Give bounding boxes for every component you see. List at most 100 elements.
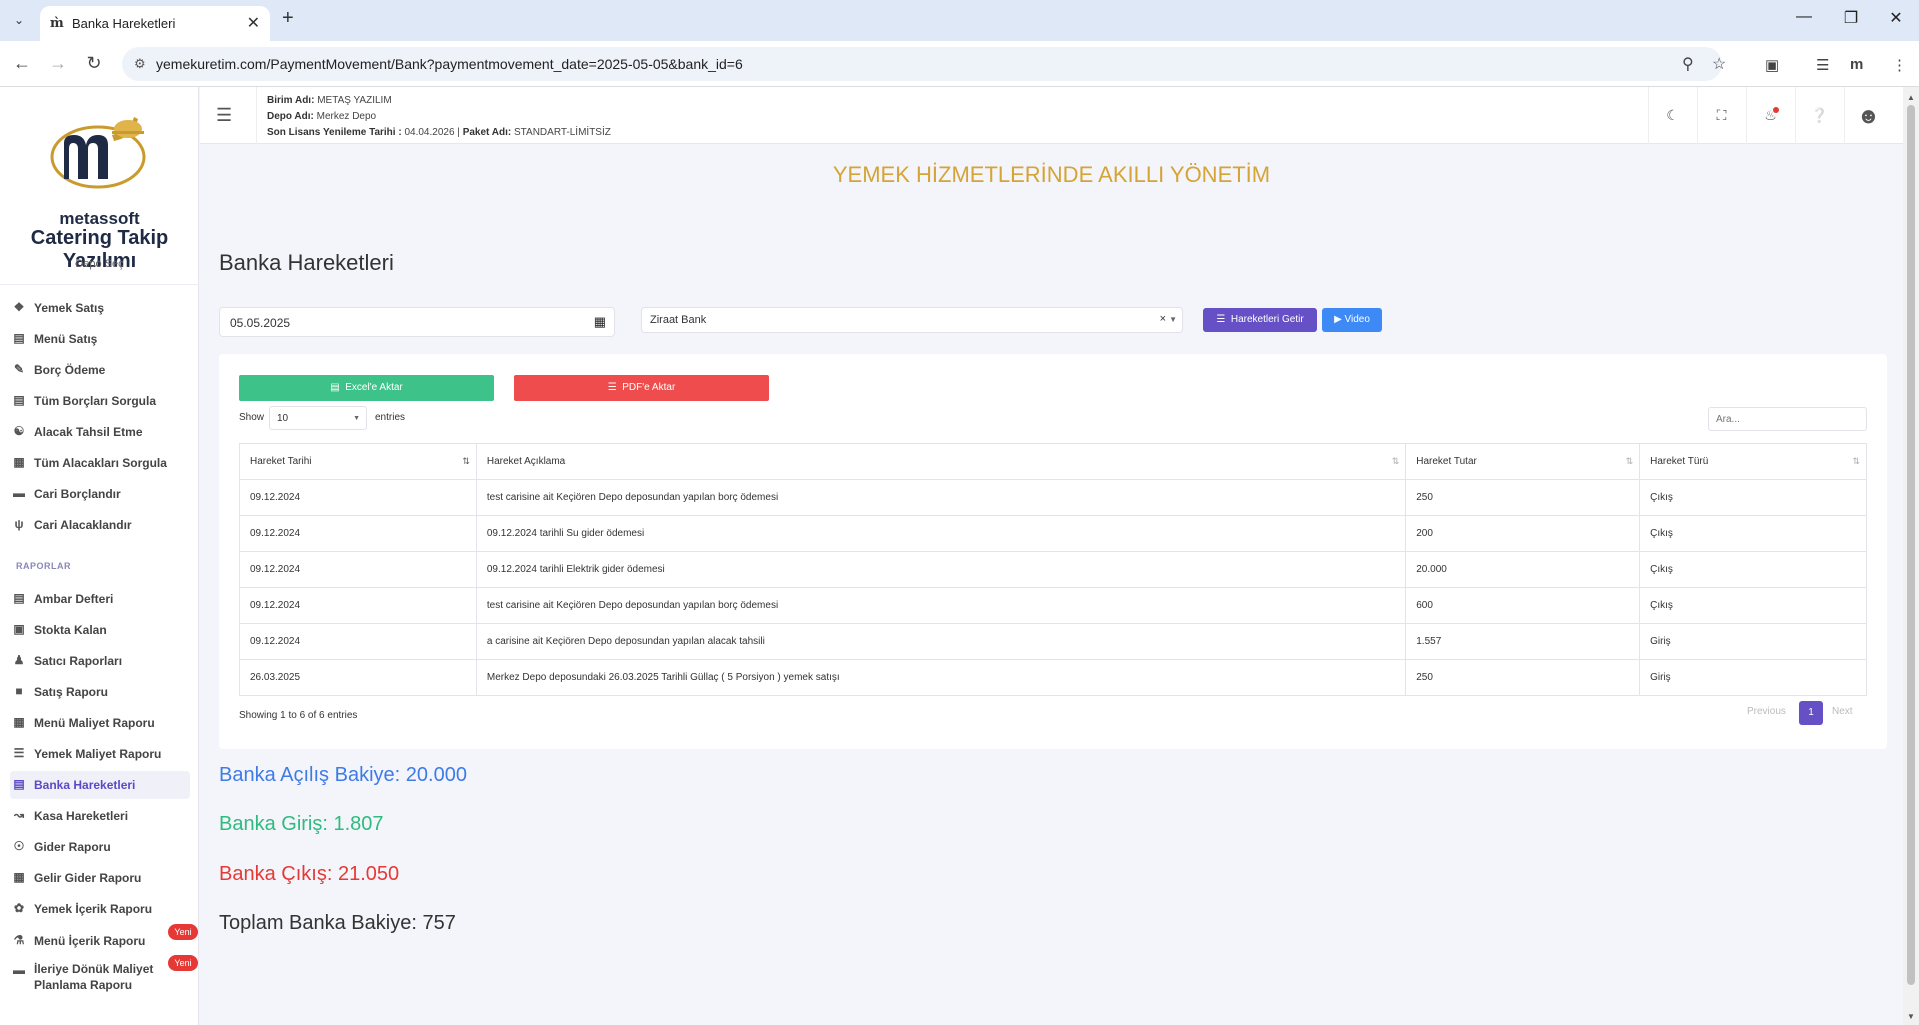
table-header-row: Hareket Tarihi ⇅ Hareket Açıklama ⇅ Hareke…: [239, 443, 1867, 480]
sidebar-item-menu-satis[interactable]: ▤ Menü Satış: [10, 325, 190, 353]
sidebar-item-label: Ambar Defteri: [34, 592, 114, 606]
cell-amount: 200: [1405, 515, 1641, 552]
sidebar-item-yemek-maliyet-raporu[interactable]: ☰ Yemek Maliyet Raporu: [10, 740, 190, 768]
sidebar-item-gelir-gider-raporu[interactable]: ▦ Gelir Gider Raporu: [10, 864, 190, 892]
sidebar-item-cari-alacaklandir[interactable]: ψ Cari Alacaklandır: [10, 511, 190, 539]
column-header-label: Hareket Tutar: [1416, 456, 1477, 467]
sort-icon: ⇅: [462, 456, 470, 466]
bank-select[interactable]: Ziraat Bank × ▼: [641, 307, 1183, 333]
sidebar-item-borc-odeme[interactable]: ✎ Borç Ödeme: [10, 356, 190, 384]
sidebar-item-banka-hareketleri[interactable]: ▤ Banka Hareketleri: [10, 771, 190, 799]
profile-extension-icon[interactable]: m: [1850, 56, 1863, 73]
pagination-next[interactable]: Next: [1832, 706, 1853, 717]
page-length-select[interactable]: 10 ▼: [269, 406, 367, 430]
account-info: Birim Adı: METAŞ YAZILIM Depo Adı: Merke…: [256, 87, 611, 144]
scroll-thumb[interactable]: [1907, 105, 1915, 985]
sidebar-item-cari-borclandir[interactable]: ▬ Cari Borçlandır: [10, 480, 190, 508]
browser-tab[interactable]: m̀ Banka Hareketleri ✕: [40, 6, 270, 41]
back-icon[interactable]: ←: [10, 51, 34, 75]
hamburger-menu-icon[interactable]: ☰: [216, 105, 232, 126]
new-tab-icon[interactable]: +: [282, 7, 294, 30]
pagination-page-1[interactable]: 1: [1799, 701, 1823, 725]
sidebar-item-label: İleriye Dönük Maliyet Planlama Raporu: [34, 962, 154, 992]
column-header-description[interactable]: Hareket Açıklama ⇅: [475, 443, 1407, 480]
export-pdf-button[interactable]: ☰ PDF'e Aktar: [514, 375, 769, 401]
minimize-icon[interactable]: —: [1794, 8, 1814, 26]
calendar-icon[interactable]: ▦: [594, 314, 606, 330]
window-close-icon[interactable]: ✕: [1886, 8, 1906, 28]
depot-select-link[interactable]: Depo Seç: [0, 258, 199, 270]
cell-description: 09.12.2024 tarihli Elektrik gider ödemes…: [475, 551, 1407, 588]
help-icon[interactable]: ❔: [1795, 87, 1843, 144]
dark-mode-icon[interactable]: ☾: [1648, 87, 1696, 144]
chevron-down-icon: ▼: [353, 415, 360, 422]
table-search-input[interactable]: [1708, 407, 1867, 431]
get-movements-button[interactable]: ☰ Hareketleri Getir: [1203, 308, 1317, 332]
sidebar-item-menu-icerik-raporu[interactable]: ⚗ Menü İçerik Raporu: [10, 927, 190, 955]
sidebar-item-kasa-hareketleri[interactable]: ↝ Kasa Hareketleri: [10, 802, 190, 830]
new-badge: Yeni: [168, 955, 198, 971]
sidebar: metassoft Catering Takip Yazılımı Depo S…: [0, 87, 199, 1025]
sidebar-item-stokta-kalan[interactable]: ▣ Stokta Kalan: [10, 616, 190, 644]
column-header-amount[interactable]: Hareket Tutar ⇅: [1405, 443, 1641, 480]
cell-date: 09.12.2024: [239, 515, 477, 552]
table-row: 09.12.2024 a carisine ait Keçiören Depo …: [239, 623, 1867, 660]
page-title: Banka Hareketleri: [219, 250, 394, 275]
book-icon: ▤: [13, 591, 25, 605]
video-button[interactable]: ▶ Video: [1322, 308, 1382, 332]
pdf-label: PDF'e Aktar: [622, 382, 676, 393]
sidebar-item-satis-raporu[interactable]: ■ Satış Raporu: [10, 678, 190, 706]
page-scrollbar[interactable]: ▲ ▼: [1903, 87, 1919, 1025]
sidebar-item-tum-borclari-sorgula[interactable]: ▤ Tüm Borçları Sorgula: [10, 387, 190, 415]
media-control-icon[interactable]: ☰: [1816, 56, 1829, 74]
sidebar-item-menu-maliyet-raporu[interactable]: ▦ Menü Maliyet Raporu: [10, 709, 190, 737]
user-icon: ♟: [13, 653, 25, 667]
bookmark-star-icon[interactable]: ☆: [1712, 54, 1726, 74]
notification-bell-icon[interactable]: ♨: [1746, 87, 1794, 144]
clear-selection-icon[interactable]: ×: [1160, 313, 1166, 325]
list-icon: ▤: [13, 393, 25, 407]
pagination-previous[interactable]: Previous: [1747, 706, 1786, 717]
date-input[interactable]: 05.05.2025 ▦: [219, 307, 615, 337]
sidebar-item-label: Menü Maliyet Raporu: [34, 716, 155, 730]
sidebar-item-yemek-icerik-raporu[interactable]: ✿ Yemek İçerik Raporu: [10, 895, 190, 923]
chart-icon: ↝: [13, 808, 25, 822]
scroll-up-icon[interactable]: ▲: [1907, 93, 1915, 102]
sidebar-item-label: Yemek Maliyet Raporu: [34, 747, 162, 761]
tab-search-icon[interactable]: ⌄: [8, 9, 30, 31]
user-avatar-icon[interactable]: ☻: [1844, 87, 1892, 144]
scroll-down-icon[interactable]: ▼: [1907, 1012, 1915, 1021]
zoom-icon[interactable]: ⚲: [1682, 54, 1694, 74]
new-badge: Yeni: [168, 924, 198, 940]
url-text[interactable]: yemekuretim.com/PaymentMovement/Bank?pay…: [156, 56, 743, 72]
cell-amount: 1.557: [1405, 623, 1641, 660]
opening-balance: Banka Açılış Bakiye: 20.000: [219, 764, 467, 787]
sidebar-item-yemek-satis[interactable]: ❖ Yemek Satış: [10, 294, 190, 322]
column-header-label: Hareket Açıklama: [486, 456, 566, 467]
reload-icon[interactable]: ↻: [82, 51, 106, 75]
movements-table: Hareket Tarihi ⇅ Hareket Açıklama ⇅ Hareke…: [239, 443, 1867, 696]
sidebar-item-ambar-defteri[interactable]: ▤ Ambar Defteri: [10, 585, 190, 613]
extensions-icon[interactable]: ▣: [1765, 56, 1779, 74]
sidebar-item-alacak-tahsil-etme[interactable]: ☯ Alacak Tahsil Etme: [10, 418, 190, 446]
fullscreen-icon[interactable]: ⛶: [1697, 87, 1745, 144]
table-row: 09.12.2024 09.12.2024 tarihli Elektrik g…: [239, 551, 1867, 588]
browser-menu-icon[interactable]: ⋮: [1892, 56, 1907, 74]
sidebar-item-ileriye-donuk-maliyet[interactable]: ▬ İleriye Dönük Maliyet Planlama Raporu: [10, 957, 190, 993]
export-excel-button[interactable]: ▤ Excel'e Aktar: [239, 375, 494, 401]
forward-icon[interactable]: →: [46, 51, 70, 75]
restore-icon[interactable]: ❐: [1841, 8, 1861, 28]
browser-tab-bar: ⌄ m̀ Banka Hareketleri ✕ + — ❐ ✕: [0, 0, 1919, 41]
site-info-icon[interactable]: ⚙: [134, 56, 146, 72]
sidebar-item-tum-alacaklari-sorgula[interactable]: ▦ Tüm Alacakları Sorgula: [10, 449, 190, 477]
utensils-icon: ❖: [13, 300, 25, 314]
close-tab-icon[interactable]: ✕: [247, 13, 260, 33]
sidebar-item-gider-raporu[interactable]: ☉ Gider Raporu: [10, 833, 190, 861]
cell-type: Çıkış: [1639, 551, 1867, 588]
column-header-label: Hareket Tarihi: [250, 456, 312, 467]
sidebar-item-satici-raporlari[interactable]: ♟ Satıcı Raporları: [10, 647, 190, 675]
address-bar[interactable]: ⚙ yemekuretim.com/PaymentMovement/Bank?p…: [122, 47, 1726, 81]
list-icon: ☰: [13, 746, 25, 760]
column-header-date[interactable]: Hareket Tarihi ⇅: [239, 443, 477, 480]
column-header-type[interactable]: Hareket Türü ⇅: [1639, 443, 1867, 480]
